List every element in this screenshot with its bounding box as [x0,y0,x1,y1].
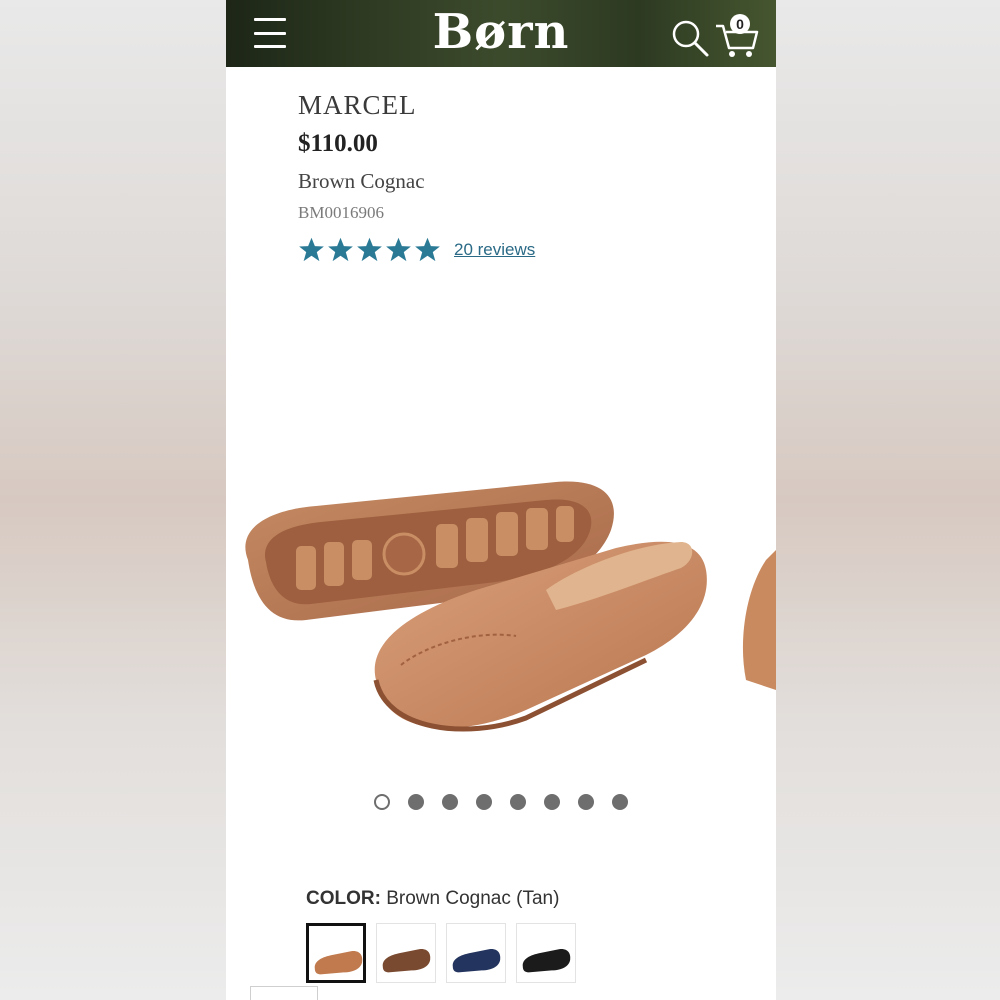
color-swatch[interactable] [516,923,576,983]
swatch-shoe-icon [522,949,571,973]
image-carousel-dots [374,794,628,810]
product-color-name: Brown Cognac [298,169,425,193]
shoe-partial-view [742,550,776,690]
color-selector-label: COLOR: Brown Cognac (Tan) [306,888,559,910]
swatch-shoe-icon [382,949,431,973]
color-swatches [306,923,576,983]
color-selected-value: Brown Cognac (Tan) [386,888,560,909]
star-icon [415,237,440,262]
brand-logo[interactable]: Børn [426,4,576,60]
swatch-shoe-icon [452,949,501,973]
reviews-link[interactable]: 20 reviews [454,240,535,260]
star-icon [299,237,324,262]
carousel-dot[interactable] [408,794,424,810]
carousel-dot[interactable] [510,794,526,810]
color-label-prefix: COLOR: [306,888,381,909]
star-icon [386,237,411,262]
search-icon[interactable] [670,18,710,58]
color-swatch[interactable] [306,923,366,983]
swatch-shoe-icon [314,951,363,975]
page-background-right [776,0,1000,1000]
mobile-product-page: Børn 0 MARCEL $110.00 Brown Cognac BM001… [226,0,776,1000]
page-background-left [0,0,226,1000]
star-rating [298,236,441,263]
product-image[interactable] [226,440,776,770]
star-icon [328,237,353,262]
carousel-dot[interactable] [544,794,560,810]
carousel-dot[interactable] [442,794,458,810]
site-header: Børn 0 [226,0,776,67]
carousel-dot[interactable] [612,794,628,810]
star-icon [357,237,382,262]
product-price: $110.00 [298,130,378,157]
color-swatch[interactable] [446,923,506,983]
cart-button[interactable]: 0 [714,12,760,60]
product-sku: BM0016906 [298,203,384,222]
carousel-dot[interactable] [374,794,390,810]
carousel-dot[interactable] [476,794,492,810]
hamburger-menu-icon[interactable] [254,18,286,48]
color-swatch[interactable] [376,923,436,983]
cart-count-badge: 0 [730,14,750,34]
product-name: MARCEL [298,90,417,120]
size-selector-partial[interactable] [250,986,318,1000]
carousel-dot[interactable] [578,794,594,810]
